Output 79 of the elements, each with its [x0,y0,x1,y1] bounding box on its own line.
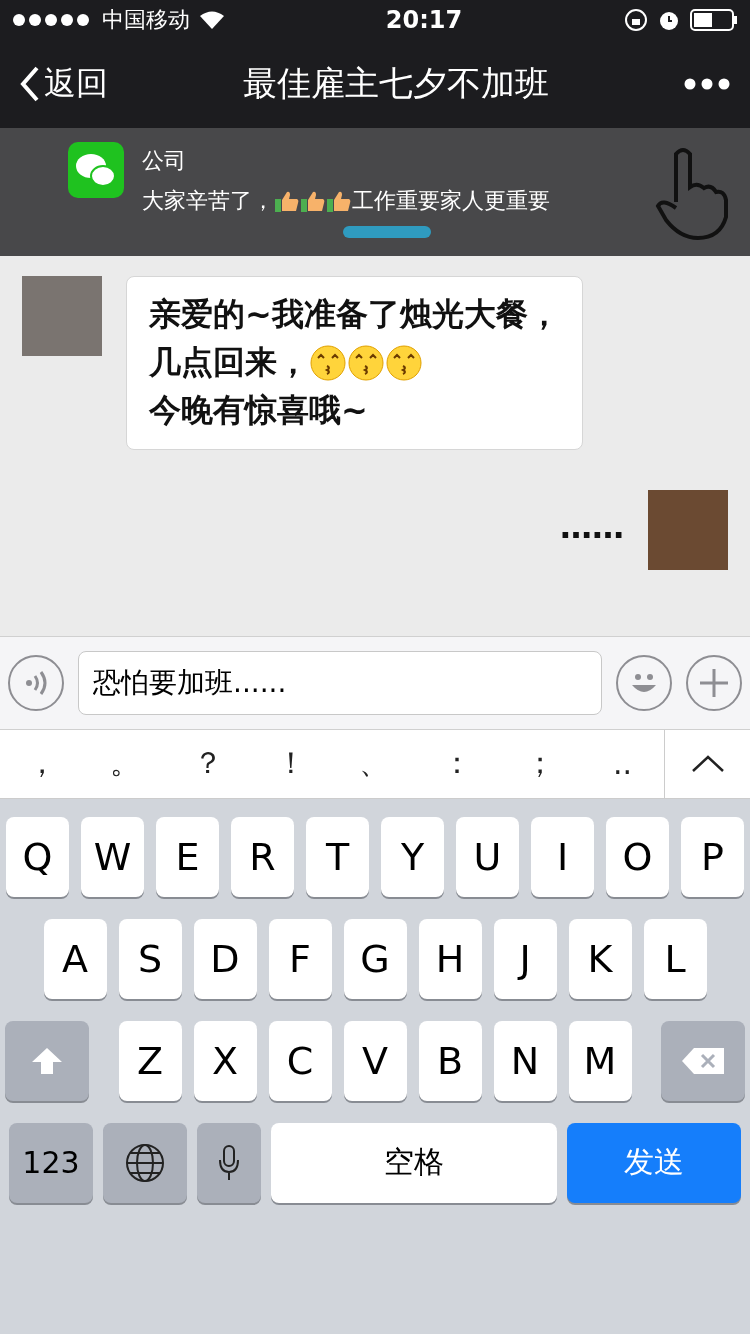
voice-button[interactable] [8,654,64,711]
letter-key[interactable]: B [418,1020,482,1101]
thumbs-up-icon [274,189,300,213]
punctuation-key[interactable]: ； [498,729,581,798]
voice-icon [23,669,49,696]
letter-key[interactable]: M [568,1020,632,1101]
back-button[interactable]: 返回 [20,62,108,106]
kissing-face-icon [347,344,385,382]
letter-key[interactable]: P [681,816,744,897]
message-text: 几点回来， [149,342,309,383]
space-key[interactable]: 空格 [271,1122,557,1203]
letter-key[interactable]: A [43,918,107,999]
more-icon[interactable] [684,78,730,90]
letter-key[interactable]: E [156,816,219,897]
signal-icon [12,13,92,27]
message-text: …… [560,508,624,546]
kissing-face-icon [385,344,423,382]
letter-key[interactable]: L [643,918,707,999]
chevron-left-icon [20,66,40,102]
thumbs-up-icon [300,189,326,213]
thumbs-up-icon [326,189,352,213]
shift-arrow-icon [30,1045,64,1076]
letter-key[interactable]: N [493,1020,557,1101]
message-text: 今晚有惊喜哦~ [149,390,368,431]
letter-key[interactable]: C [268,1020,332,1101]
chat-app-icon [68,142,124,198]
letter-key[interactable]: Y [381,816,444,897]
punctuation-key[interactable]: ， [0,729,83,798]
notification-banner[interactable]: 公司 大家辛苦了， 工作重要家人更重要 [0,128,750,256]
clock-time: 20:17 [384,6,464,34]
letter-key[interactable]: G [343,918,407,999]
message-text: 亲爱的~我准备了烛光大餐， [149,294,560,335]
rotation-lock-icon [624,8,648,32]
letter-key[interactable]: Z [118,1020,182,1101]
globe-key[interactable] [103,1122,187,1203]
notification-text: 工作重要家人更重要 [352,187,550,215]
notification-text: 大家辛苦了， [142,187,274,215]
microphone-key[interactable] [197,1122,261,1203]
battery-icon [690,9,738,31]
letter-key[interactable]: O [606,816,669,897]
letter-key[interactable]: R [231,816,294,897]
caret-up-icon [690,754,725,773]
punctuation-key[interactable]: 。 [83,729,166,798]
punctuation-key[interactable]: ： [415,729,498,798]
punctuation-key[interactable]: ！ [249,729,332,798]
punctuation-key[interactable]: ？ [166,729,249,798]
add-button[interactable] [686,654,742,711]
drag-handle[interactable] [343,226,431,238]
letter-key[interactable]: H [418,918,482,999]
letter-key[interactable]: S [118,918,182,999]
letter-key[interactable]: X [193,1020,257,1101]
message-input-field[interactable]: 恐怕要加班...... [78,650,602,715]
letter-key[interactable]: Q [6,816,69,897]
punctuation-key[interactable]: 、 [332,729,415,798]
send-key[interactable]: 发送 [567,1122,741,1203]
backspace-key[interactable] [661,1020,745,1101]
letter-key[interactable]: F [268,918,332,999]
carrier-name: 中国移动 [102,6,190,34]
alarm-icon [658,9,680,31]
shift-key[interactable] [5,1020,89,1101]
plus-icon [698,666,730,699]
letter-key[interactable]: J [493,918,557,999]
backspace-icon [680,1045,726,1076]
notification-sender: 公司 [142,147,187,175]
letter-key[interactable]: D [193,918,257,999]
numbers-key[interactable]: 123 [9,1122,93,1203]
letter-key[interactable]: V [343,1020,407,1101]
letter-key[interactable]: T [306,816,369,897]
letter-key[interactable]: U [456,816,519,897]
letter-key[interactable]: K [568,918,632,999]
letter-key[interactable]: I [531,816,594,897]
microphone-icon [218,1143,240,1182]
punctuation-key[interactable]: .. [581,729,664,798]
kissing-face-icon [309,344,347,382]
globe-icon [125,1142,165,1183]
emoji-button[interactable] [616,654,672,711]
chat-title: 最佳雇主七夕不加班 [242,62,550,105]
letter-key[interactable]: W [81,816,144,897]
wifi-icon [200,11,224,29]
